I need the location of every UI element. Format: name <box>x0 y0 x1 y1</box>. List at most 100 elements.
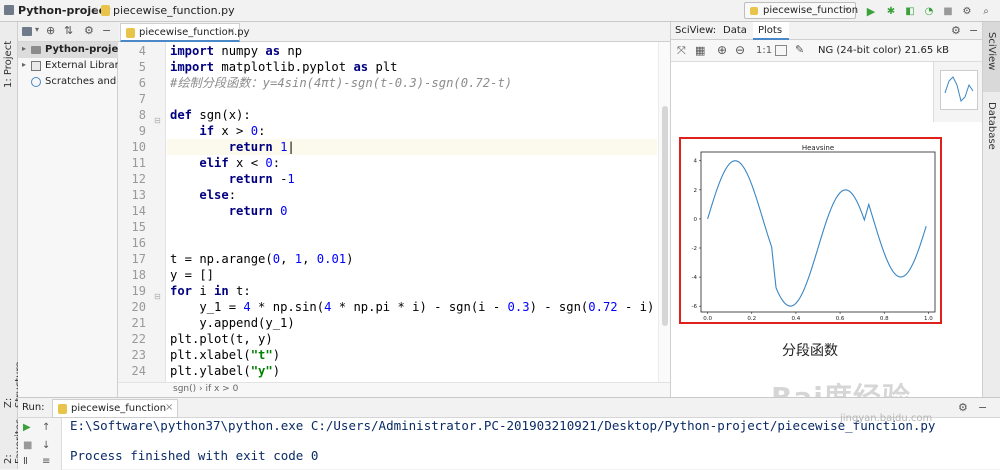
fit-icon[interactable]: ⤧ <box>677 44 686 58</box>
rerun-icon[interactable]: ▶ <box>23 422 31 433</box>
run-toolbar: ▶ ↑ ■ ↓ Ⅱ ≡ <box>18 418 62 470</box>
run-config-selector[interactable]: piecewise_function ▾ <box>744 2 859 19</box>
profile-icon[interactable]: ◔ <box>922 4 936 18</box>
pause-icon[interactable]: Ⅱ <box>23 456 28 467</box>
gear-icon[interactable]: ⚙ <box>958 401 968 414</box>
thumbnail-chart <box>944 76 974 102</box>
line-number: 24 <box>131 364 146 378</box>
right-tool-strip: SciView Database <box>982 22 1000 397</box>
locate-icon[interactable]: ⊕ <box>46 24 55 37</box>
sciview-tab-bar: SciView: Data Plots ⚙ − <box>671 22 983 40</box>
color-picker-icon[interactable]: ✎ <box>795 43 804 56</box>
scrollbar-thumb[interactable] <box>662 106 668 326</box>
scratches-icon <box>31 77 41 87</box>
hide-icon[interactable]: − <box>102 24 111 37</box>
code-line: import numpy as np <box>170 44 303 58</box>
sciview-panel: SciView: Data Plots ⚙ − ⤧ ▦ ⊕ ⊖ 1:1 ✎ NG… <box>670 22 983 414</box>
code-line: if x > 0: <box>199 124 266 138</box>
plot-thumbnail[interactable] <box>940 70 978 110</box>
library-icon <box>31 61 41 71</box>
console-exit-message: Process finished with exit code 0 <box>70 448 319 463</box>
project-tool-button[interactable]: 1: Project <box>3 28 14 88</box>
watermark-url: jingyan.baidu.com <box>840 413 933 424</box>
run-config-tab-label: piecewise_function <box>71 403 167 414</box>
scroll-up-icon[interactable]: ↑ <box>42 422 50 433</box>
editor-scrollbar[interactable] <box>658 42 670 382</box>
sciview-tool-button[interactable]: SciView <box>986 32 997 70</box>
image-info: NG (24-bit color) 21.65 kB <box>818 45 950 56</box>
stop-icon[interactable]: ■ <box>23 440 32 451</box>
grid-icon[interactable]: ▦ <box>695 44 705 57</box>
coverage-icon[interactable]: ◧ <box>903 4 917 18</box>
python-file-icon <box>101 5 110 16</box>
tree-item-project[interactable]: ▸ Python-project <box>18 42 118 58</box>
actual-size-button[interactable]: 1:1 <box>756 45 772 56</box>
code-line: return 1| <box>228 140 295 154</box>
project-panel: ▾ ⊕ ⇅ ⚙ − ▸ Python-project ▸ External Li… <box>18 22 118 397</box>
tab-plots[interactable]: Plots <box>753 22 789 40</box>
code-line: return 0 <box>228 204 288 218</box>
tab-data[interactable]: Data <box>723 25 747 36</box>
code-line: return -1 <box>228 172 295 186</box>
code-line: plt.xlabel("t") <box>170 348 281 362</box>
run-icon[interactable]: ▶ <box>864 4 878 18</box>
breadcrumb-separator: › <box>94 3 99 16</box>
settings-icon[interactable]: ⚙ <box>960 4 974 18</box>
close-icon[interactable]: × <box>165 402 173 413</box>
line-number: 5 <box>138 60 146 74</box>
zoom-in-icon[interactable]: ⊕ <box>717 43 727 57</box>
line-number: 13 <box>131 188 146 202</box>
run-panel: Run: piecewise_function × ⚙ − ▶ ↑ ■ ↓ Ⅱ … <box>18 397 1000 470</box>
close-icon[interactable]: × <box>227 26 235 37</box>
code-line: else: <box>199 188 237 202</box>
fit-screen-icon[interactable] <box>775 45 787 56</box>
zoom-out-icon[interactable]: ⊖ <box>735 43 745 57</box>
plot-thumbnails <box>933 62 983 122</box>
database-tool-button[interactable]: Database <box>986 102 997 150</box>
search-icon[interactable]: ⌕ <box>979 4 993 18</box>
run-title: Run: <box>22 402 45 413</box>
chevron-right-icon[interactable]: ▸ <box>22 44 26 53</box>
tab-piecewise-function[interactable]: piecewise_function.py × <box>120 23 250 42</box>
tree-item-label: External Libraries <box>45 60 118 71</box>
editor-breadcrumb[interactable]: sgn() › if x > 0 <box>118 382 670 397</box>
navigation-bar: Python-project › piecewise_function.py p… <box>0 0 1000 22</box>
fold-icon[interactable]: ⊟ <box>154 116 161 125</box>
line-number: 16 <box>131 236 146 250</box>
fold-icon[interactable]: ⊟ <box>154 292 161 301</box>
tree-item-scratches[interactable]: Scratches and Co <box>18 74 118 90</box>
collapse-all-icon[interactable]: ⇅ <box>64 24 73 37</box>
run-config-label: piecewise_function <box>763 5 859 16</box>
run-config-tab[interactable]: piecewise_function × <box>52 399 178 418</box>
stop-icon[interactable]: ■ <box>941 4 955 18</box>
line-number: 4 <box>138 44 146 58</box>
code-editor[interactable]: piecewise_function.py × 4 5 6 7 8 9 10 11 12 13 14… <box>118 22 670 397</box>
line-number: 19 <box>131 284 146 298</box>
wrap-icon[interactable]: ≡ <box>42 456 50 467</box>
tree-item-external-libraries[interactable]: ▸ External Libraries <box>18 58 118 74</box>
gear-icon[interactable]: ⚙ <box>951 24 961 37</box>
line-number: 20 <box>131 300 146 314</box>
line-number: 17 <box>131 252 146 266</box>
gear-icon[interactable]: ⚙ <box>84 24 94 37</box>
folder-icon <box>4 5 14 15</box>
code-line: y.append(y_1) <box>170 316 295 330</box>
hide-icon[interactable]: − <box>969 24 978 37</box>
chevron-right-icon[interactable]: ▸ <box>22 60 26 69</box>
line-number: 23 <box>131 348 146 362</box>
breadcrumb-file[interactable]: piecewise_function.py <box>113 4 235 17</box>
chevron-down-icon[interactable]: ▾ <box>35 25 39 34</box>
scroll-down-icon[interactable]: ↓ <box>42 440 50 451</box>
debug-icon[interactable]: ✱ <box>884 4 898 18</box>
code-line: import matplotlib.pyplot as plt <box>170 60 398 74</box>
project-panel-toolbar: ▾ ⊕ ⇅ ⚙ − <box>18 22 118 42</box>
line-number: 9 <box>138 124 146 138</box>
line-number: 10 <box>131 140 146 154</box>
hide-icon[interactable]: − <box>978 401 987 414</box>
line-number: 12 <box>131 172 146 186</box>
line-number: 11 <box>131 156 146 170</box>
line-number: 14 <box>131 204 146 218</box>
line-number: 22 <box>131 332 146 346</box>
code-line: #绘制分段函数：y=4sin(4πt)-sgn(t-0.3)-sgn(0.72-… <box>170 76 513 90</box>
folder-icon <box>31 46 41 54</box>
